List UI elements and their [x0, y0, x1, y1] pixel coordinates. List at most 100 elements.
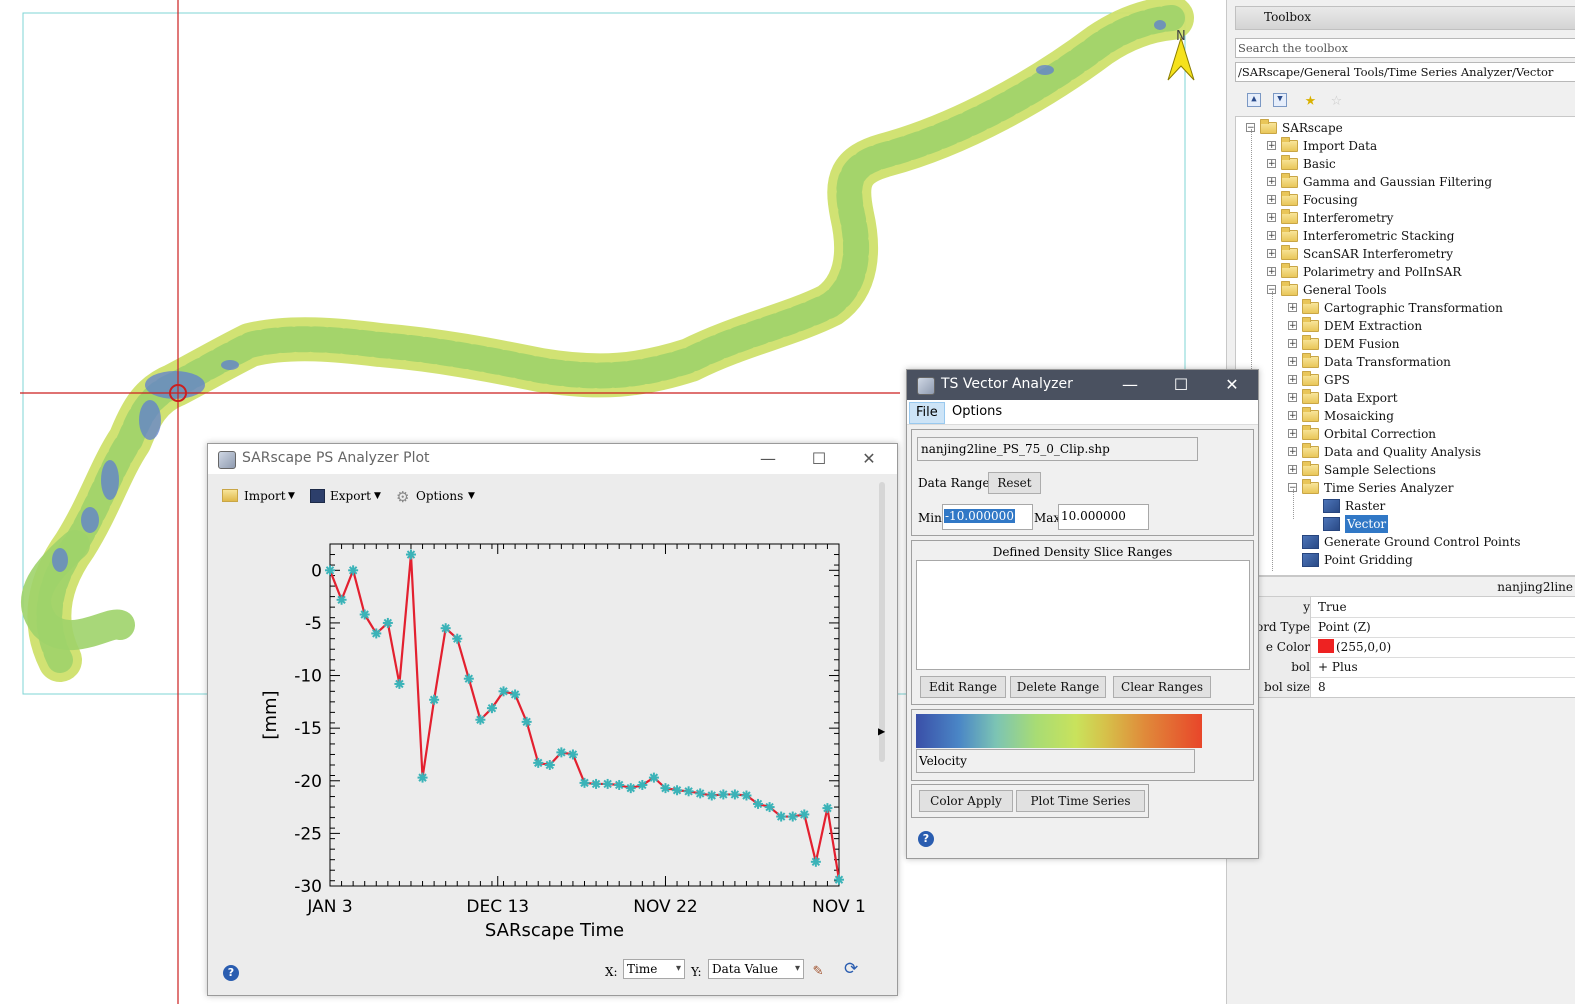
data-point[interactable] [706, 790, 717, 801]
folder-icon [1281, 137, 1298, 152]
min-input[interactable]: -10.000000 [942, 504, 1033, 530]
expand-node-icon[interactable]: + [1267, 177, 1276, 187]
plot-time-series-button[interactable]: Plot Time Series [1016, 790, 1145, 812]
color-swatch[interactable] [1318, 639, 1334, 653]
expand-node-icon[interactable]: + [1267, 195, 1276, 205]
expand-node-icon[interactable]: + [1267, 231, 1276, 241]
property-row[interactable]: e Color (255,0,0) [1236, 637, 1575, 658]
file-menu[interactable]: File [909, 402, 945, 424]
window-title: SARscape PS Analyzer Plot [242, 450, 430, 466]
x-axis-value: Time [627, 962, 658, 976]
options-menu[interactable]: Options [952, 400, 1002, 424]
expand-node-icon[interactable]: + [1267, 213, 1276, 223]
expand-node-icon[interactable]: + [1288, 321, 1297, 331]
color-apply-button[interactable]: Color Apply [919, 790, 1013, 812]
maximize-icon[interactable]: ☐ [1169, 373, 1193, 397]
save-icon [310, 489, 325, 503]
tree-item-label: Orbital Correction [1324, 427, 1437, 441]
data-point[interactable] [834, 874, 844, 885]
export-menu-label: Export [330, 489, 371, 503]
property-value-cell: 8 [1318, 677, 1326, 697]
folder-icon [1260, 119, 1277, 134]
clear-ranges-button[interactable]: Clear Ranges [1113, 676, 1211, 698]
tree-item-label: SARscape [1282, 121, 1343, 135]
help-icon[interactable]: ? [223, 965, 239, 981]
data-point[interactable] [741, 790, 752, 801]
subsidence-cluster [1154, 20, 1166, 30]
filename-field[interactable]: nanjing2line_PS_75_0_Clip.shp [917, 437, 1198, 461]
toolbox-panel: Toolbox Search the toolbox /SARscape/Gen… [1226, 0, 1575, 1004]
property-row[interactable]: bol + Plus [1236, 657, 1575, 678]
folder-icon [1281, 281, 1298, 296]
property-value: (255,0,0) [1336, 640, 1392, 654]
toolbox-header: Toolbox [1235, 6, 1575, 30]
minimize-icon[interactable]: — [756, 447, 780, 471]
properties-header: nanjing2line [1236, 577, 1575, 597]
expand-node-icon[interactable]: + [1288, 375, 1297, 385]
favorite-star-icon[interactable]: ★ [1305, 89, 1316, 110]
colorbar-label-field[interactable]: Velocity [916, 749, 1195, 773]
property-value: 8 [1318, 680, 1326, 694]
data-point[interactable] [695, 788, 706, 799]
toolbox-search-input[interactable]: Search the toolbox [1235, 38, 1575, 58]
max-input[interactable]: 10.000000 [1058, 504, 1149, 530]
refresh-icon[interactable]: ⟳ [844, 959, 858, 979]
expand-node-icon[interactable]: + [1288, 303, 1297, 313]
expand-node-icon[interactable]: + [1288, 465, 1297, 475]
expand-node-icon[interactable]: + [1267, 141, 1276, 151]
pencil-icon[interactable]: ✎ [813, 960, 823, 979]
expand-node-icon[interactable]: + [1267, 267, 1276, 277]
toolbox-path-field[interactable]: /SARscape/General Tools/Time Series Anal… [1235, 62, 1575, 82]
maximize-icon[interactable]: ☐ [807, 447, 831, 471]
expand-node-icon[interactable]: + [1267, 159, 1276, 169]
data-point[interactable] [602, 778, 613, 789]
y-axis-select[interactable]: Data Value ▾ [708, 959, 804, 979]
add-favorite-star-icon[interactable]: ☆ [1331, 89, 1342, 110]
delete-range-button[interactable]: Delete Range [1010, 676, 1106, 698]
close-icon[interactable]: ✕ [857, 447, 881, 471]
expand-node-icon[interactable]: + [1288, 429, 1297, 439]
north-arrow-icon [1167, 36, 1195, 81]
minimize-icon[interactable]: — [1118, 373, 1142, 397]
tree-item-label: Data Export [1324, 391, 1398, 405]
data-point[interactable] [683, 786, 694, 797]
data-point[interactable] [718, 789, 729, 800]
data-point[interactable] [729, 789, 740, 800]
y-tick-label: -5 [305, 614, 322, 634]
x-tick-label: JAN 3 [306, 897, 352, 917]
toolbox-tree[interactable]: − SARscape + Import Data + Basic + Gamma and Ga… [1235, 116, 1575, 576]
expand-node-icon[interactable]: + [1288, 411, 1297, 421]
edit-range-button[interactable]: Edit Range [920, 676, 1006, 698]
ts-vector-titlebar[interactable]: TS Vector Analyzer — ☐ ✕ [907, 370, 1258, 400]
tree-item-label: ScanSAR Interferometry [1303, 247, 1454, 261]
collapse-all-icon[interactable]: ▲ [1247, 93, 1261, 107]
vertical-scrollbar[interactable] [879, 482, 885, 762]
expand-node-icon[interactable]: + [1288, 393, 1297, 403]
data-point[interactable] [810, 856, 821, 867]
data-point[interactable] [579, 777, 590, 788]
expand-node-icon[interactable]: + [1288, 357, 1297, 367]
tree-item-label: Cartographic Transformation [1324, 301, 1503, 315]
tree-item-label: Polarimetry and PolInSAR [1303, 265, 1462, 279]
data-point[interactable] [591, 778, 602, 789]
expand-all-icon[interactable]: ▼ [1273, 93, 1287, 107]
density-slice-list[interactable] [916, 560, 1250, 670]
reset-button[interactable]: Reset [988, 472, 1041, 494]
close-icon[interactable]: ✕ [1220, 373, 1244, 397]
chevron-down-icon: ▾ [794, 963, 800, 974]
ps-analyzer-titlebar[interactable]: SARscape PS Analyzer Plot — ☐ ✕ [208, 444, 897, 474]
options-menu-label: Options [416, 489, 464, 503]
collapse-arrow-icon[interactable]: ▶ [878, 724, 885, 738]
x-axis-select[interactable]: Time ▾ [623, 959, 685, 979]
x-tick-label: NOV 22 [633, 897, 697, 917]
expand-node-icon[interactable]: + [1288, 447, 1297, 457]
folder-icon [1302, 299, 1319, 314]
help-icon[interactable]: ? [918, 831, 934, 847]
time-series-chart[interactable]: 0 -5 -10 -15 -20 -25 -30JAN 3 DEC 13 NOV 22 NOV 1… [238, 524, 878, 944]
property-row[interactable]: ord Type Point (Z) [1236, 617, 1575, 638]
property-row[interactable]: bol size 8 [1236, 677, 1575, 697]
expand-node-icon[interactable]: + [1288, 339, 1297, 349]
property-row[interactable]: y True [1236, 597, 1575, 618]
expand-node-icon[interactable]: + [1267, 249, 1276, 259]
tree-item-label: Mosaicking [1324, 409, 1394, 423]
